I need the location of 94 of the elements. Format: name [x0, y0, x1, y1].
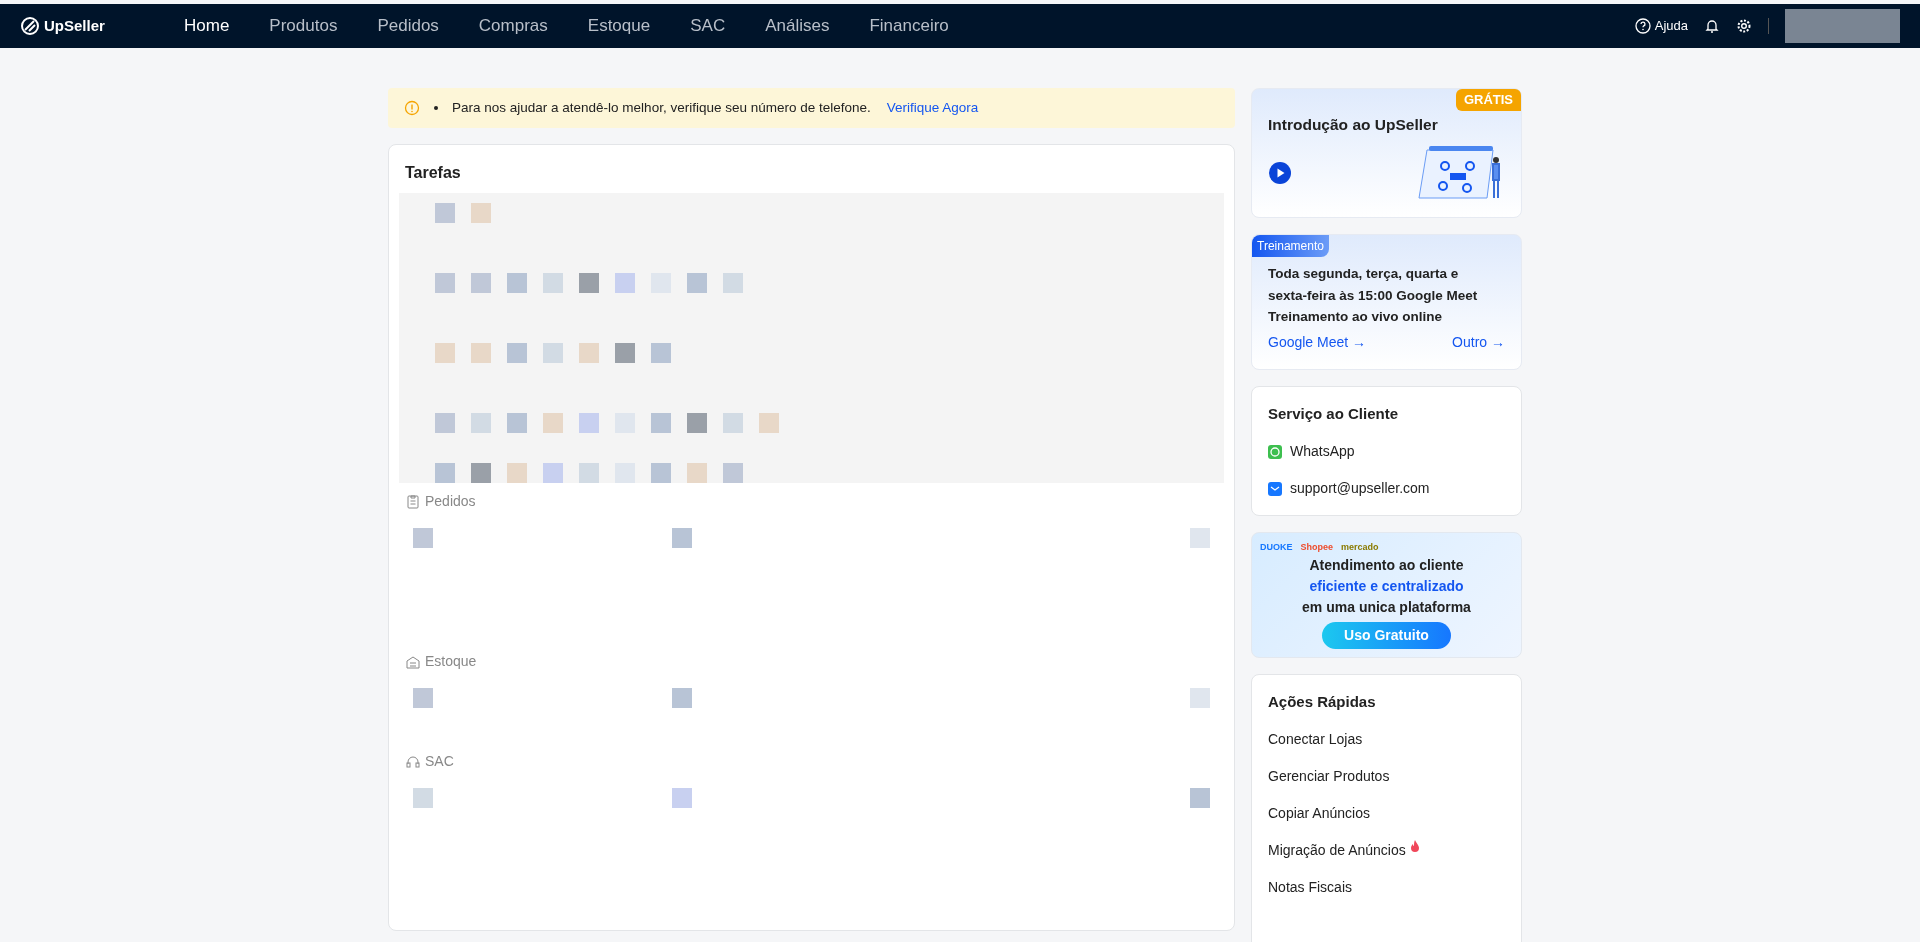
pixelated-block	[471, 203, 491, 224]
play-icon[interactable]	[1268, 161, 1292, 186]
nav-tab[interactable]: Análises	[745, 13, 850, 39]
settings-icon[interactable]	[1736, 18, 1752, 34]
pixelated-block	[672, 788, 692, 809]
section-label: SAC	[425, 752, 454, 772]
pixelated-block	[615, 343, 635, 364]
pixelated-block	[615, 273, 635, 294]
pixelated-block	[471, 273, 491, 294]
pixelated-block	[435, 463, 455, 484]
quick-action-link[interactable]: Conectar Lojas	[1268, 729, 1363, 751]
nav-tab[interactable]: Estoque	[567, 13, 671, 39]
pixelated-block	[543, 413, 563, 434]
nav-tab[interactable]: Produtos	[249, 13, 358, 39]
pixelated-block	[579, 413, 599, 434]
pixelated-block	[723, 413, 743, 434]
pixelated-block	[543, 343, 563, 364]
promo-banner[interactable]: DUOKE Shopee mercado Atendimento ao cliente eficiente e centralizado em uma unica plataforma Uso Gratuito	[1251, 532, 1522, 658]
pixelated-block	[413, 788, 433, 809]
partner-logo: Shopee	[1300, 541, 1334, 555]
pixelated-block	[672, 528, 692, 549]
quick-action-link[interactable]: Copiar Anúncios	[1268, 803, 1370, 825]
pixelated-block	[615, 463, 635, 484]
info-icon	[404, 100, 420, 117]
quick-action-link[interactable]: Notas Fiscais	[1268, 877, 1353, 899]
pixelated-block	[579, 463, 599, 484]
pixelated-block	[672, 688, 692, 709]
pixelated-block	[723, 463, 743, 484]
pixelated-block	[1190, 788, 1210, 809]
pixelated-block	[579, 343, 599, 364]
pixelated-block	[1190, 688, 1210, 709]
pixelated-block	[507, 463, 527, 484]
clipboard-icon	[405, 493, 421, 510]
nav-tab[interactable]: Home	[164, 13, 250, 39]
pixelated-block	[543, 273, 563, 294]
quick-action-link[interactable]: Gerenciar Produtos	[1268, 766, 1390, 788]
pixelated-block	[543, 463, 563, 484]
email-icon	[1268, 481, 1282, 496]
training-link[interactable]: Google Meet →	[1268, 331, 1367, 353]
pixelated-block	[687, 273, 707, 294]
verify-link[interactable]: Verifique Agora	[886, 98, 979, 119]
quick-action-link[interactable]: Migração de Anúncios	[1268, 840, 1406, 862]
brand-name: UpSeller	[44, 15, 105, 36]
bullet-dot	[434, 106, 438, 111]
pixelated-block	[687, 413, 707, 434]
pixelated-block	[651, 463, 671, 484]
intro-card[interactable]: GRÁTIS Introdução ao UpSeller	[1251, 88, 1522, 218]
promo-text: Atendimento ao cliente	[1309, 555, 1464, 575]
pixelated-block	[759, 413, 779, 434]
card-title: Serviço ao Cliente	[1268, 403, 1400, 424]
pixelated-block	[413, 688, 433, 709]
partner-logo: DUOKE	[1260, 541, 1293, 555]
help-link[interactable]: Ajuda	[1634, 16, 1688, 36]
promo-text: eficiente e centralizado	[1309, 576, 1464, 596]
alert-text: Para nos ajudar a atendê-lo melhor, verifique seu número de telefone.	[452, 99, 871, 117]
logo-icon	[20, 16, 40, 36]
nav-tab[interactable]: Pedidos	[357, 13, 459, 39]
pixelated-block	[1190, 528, 1210, 549]
pixelated-block	[507, 413, 527, 434]
training-link[interactable]: Outro →	[1452, 331, 1505, 353]
contact-link[interactable]: WhatsApp	[1290, 441, 1355, 463]
training-text: Toda segunda, terça, quarta e sexta-feira às 15:00 Google Meet Treinamento ao vivo online	[1268, 265, 1479, 327]
pixelated-block	[507, 273, 527, 294]
nav-tab[interactable]: SAC	[670, 13, 746, 39]
pixelated-block	[687, 463, 707, 484]
pixelated-block	[435, 273, 455, 294]
pixelated-block	[723, 273, 743, 294]
headset-icon	[405, 753, 421, 770]
partner-logo: mercado	[1341, 541, 1379, 555]
whatsapp-icon	[1268, 444, 1282, 459]
pixelated-block	[435, 203, 455, 224]
pixelated-block	[435, 413, 455, 434]
pixelated-block	[651, 413, 671, 434]
pixelated-block	[471, 413, 491, 434]
section-label: Pedidos	[425, 492, 476, 512]
pixelated-block	[471, 343, 491, 364]
promo-text: em uma unica plataforma	[1302, 597, 1471, 617]
pixelated-block	[413, 528, 433, 549]
section-label: Estoque	[425, 652, 477, 672]
notification-bell-icon[interactable]	[1704, 18, 1720, 34]
training-badge: Treinamento	[1252, 235, 1329, 257]
free-badge: GRÁTIS	[1455, 89, 1521, 111]
pixelated-block	[579, 273, 599, 294]
card-title: Introdução ao UpSeller	[1268, 115, 1439, 135]
nav-tab[interactable]: Financeiro	[849, 13, 969, 39]
card-title: Ações Rápidas	[1268, 691, 1377, 712]
card-title: Tarefas	[404, 163, 462, 184]
help-icon	[1634, 18, 1651, 34]
pixelated-block	[435, 343, 455, 364]
contact-link[interactable]: support@upseller.com	[1290, 478, 1430, 500]
pixelated-block	[471, 463, 491, 484]
pixelated-block	[651, 343, 671, 364]
pixelated-block	[507, 343, 527, 364]
nav-tab[interactable]: Compras	[458, 13, 568, 39]
